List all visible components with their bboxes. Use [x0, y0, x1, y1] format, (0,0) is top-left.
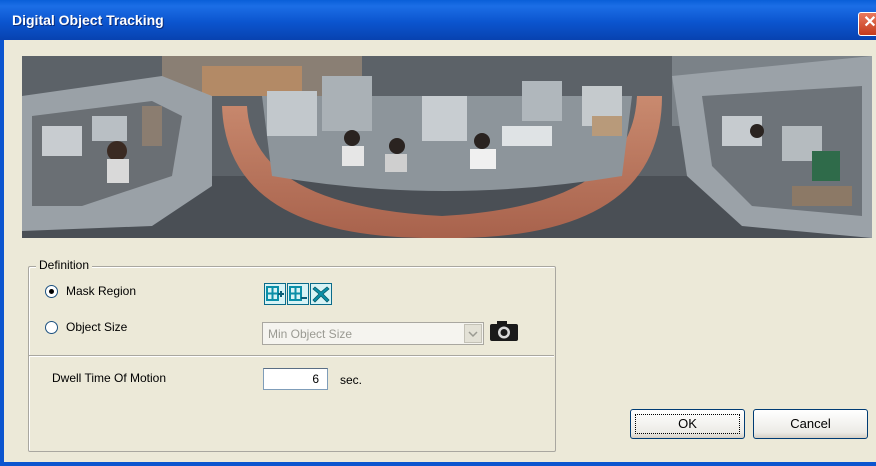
add-region-button[interactable] — [264, 283, 286, 305]
snapshot-button[interactable] — [488, 320, 520, 342]
camera-icon — [490, 321, 518, 341]
focus-ring — [635, 414, 740, 434]
definition-divider — [29, 355, 554, 357]
add-region-icon — [266, 286, 284, 301]
dwell-time-value: 6 — [312, 372, 319, 386]
object-size-label[interactable]: Object Size — [66, 320, 127, 334]
window-border-left — [0, 40, 4, 466]
window-border-bottom — [0, 462, 876, 466]
mask-region-radio[interactable] — [45, 285, 58, 298]
cancel-button-label: Cancel — [790, 416, 831, 431]
panoramic-camera-view[interactable] — [22, 56, 872, 238]
clear-region-button[interactable] — [310, 283, 332, 305]
radio-selected-dot — [49, 289, 54, 294]
close-button[interactable]: ✕ — [858, 12, 876, 36]
remove-region-button[interactable] — [287, 283, 309, 305]
object-size-select[interactable]: Min Object Size — [262, 322, 484, 345]
dropdown-arrow[interactable] — [464, 324, 482, 343]
object-size-select-value: Min Object Size — [268, 327, 353, 341]
cancel-button[interactable]: Cancel — [753, 409, 868, 439]
definition-legend: Definition — [36, 258, 93, 272]
mask-region-label[interactable]: Mask Region — [66, 284, 136, 298]
object-size-radio[interactable] — [45, 321, 58, 334]
ok-button[interactable]: OK — [630, 409, 745, 439]
remove-region-icon — [289, 286, 307, 301]
title-bar[interactable]: Digital Object Tracking ✕ — [0, 0, 876, 40]
dwell-time-label: Dwell Time Of Motion — [52, 371, 167, 385]
chevron-down-icon — [468, 331, 478, 338]
dwell-time-input[interactable]: 6 — [263, 368, 328, 390]
clear-region-icon — [312, 286, 330, 303]
close-icon: ✕ — [863, 14, 876, 31]
dwell-time-unit: sec. — [340, 373, 363, 387]
window-title: Digital Object Tracking — [12, 12, 164, 28]
